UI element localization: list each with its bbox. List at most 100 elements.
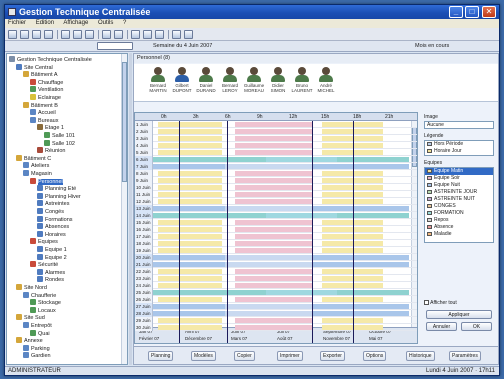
schedule-block[interactable] — [234, 129, 312, 134]
schedule-block[interactable] — [158, 122, 223, 127]
timeline-label[interactable]: Mai 07 — [369, 336, 383, 341]
tree-item[interactable]: Site Central — [16, 63, 53, 71]
menu-edit[interactable]: Edition — [36, 20, 54, 26]
grid-icon[interactable] — [131, 30, 140, 39]
tree-scroll-thumb[interactable] — [122, 62, 127, 182]
tree-item[interactable]: Personnel — [30, 177, 63, 185]
schedule-block[interactable] — [158, 227, 223, 232]
schedule-block[interactable] — [158, 248, 223, 253]
tree-item[interactable]: Sécurité — [30, 261, 58, 268]
tree-item[interactable]: Parking — [23, 344, 50, 352]
tree-item[interactable]: Bureaux — [30, 116, 59, 124]
schedule-block[interactable] — [234, 136, 312, 141]
team-item[interactable]: Maladie — [425, 231, 493, 238]
schedule-block[interactable] — [153, 304, 225, 309]
schedule-block[interactable] — [158, 192, 223, 197]
schedule-block[interactable] — [158, 297, 223, 302]
help-icon[interactable] — [184, 30, 193, 39]
tree-item[interactable]: Equipes — [30, 238, 58, 245]
tree-item[interactable]: Absences — [37, 223, 69, 230]
tree-scrollbar[interactable] — [121, 54, 127, 364]
person-card[interactable]: Gilbert DUPONT — [170, 67, 194, 101]
action-button[interactable]: Planning — [148, 351, 174, 361]
tree-item[interactable]: Quai — [30, 329, 50, 337]
tree-item[interactable]: Accueil — [30, 109, 56, 116]
schedule-block[interactable] — [224, 206, 312, 211]
timeline-label[interactable]: Mars 07 — [231, 336, 247, 341]
team-item[interactable]: ASTREINTE NUIT — [425, 196, 493, 203]
tree-item[interactable]: Equipe 2 — [37, 253, 67, 261]
redo-icon[interactable] — [114, 30, 123, 39]
pane-splitter[interactable] — [129, 53, 132, 365]
menu-file[interactable]: Fichier — [8, 20, 26, 26]
schedule-block[interactable] — [337, 290, 409, 295]
schedule-block[interactable] — [158, 129, 223, 134]
ok-button[interactable]: OK — [461, 322, 492, 331]
schedule-block[interactable] — [234, 122, 312, 127]
schedule-block[interactable] — [158, 178, 223, 183]
tree-item[interactable]: Ateliers — [23, 162, 49, 169]
open-icon[interactable] — [20, 30, 29, 39]
schedule-block[interactable] — [234, 318, 312, 323]
tree-item[interactable]: Planning Eté — [37, 185, 76, 192]
tree-item[interactable]: Entrepôt — [23, 322, 52, 329]
schedule-block[interactable] — [311, 311, 409, 316]
schedule-block[interactable] — [158, 241, 223, 246]
action-button[interactable]: Exporter — [320, 351, 345, 361]
schedule-block[interactable] — [158, 136, 223, 141]
schedule-block[interactable] — [158, 325, 223, 330]
tree-item[interactable]: Gardien — [23, 352, 51, 359]
tree-item[interactable]: Stockage — [30, 299, 61, 306]
schedule-block[interactable] — [234, 171, 312, 176]
team-item[interactable]: Equipe Matin — [425, 168, 493, 175]
schedule-block[interactable] — [224, 311, 312, 316]
paste-icon[interactable] — [85, 30, 94, 39]
tree-item[interactable]: Horaires — [37, 230, 66, 238]
action-button[interactable]: Paramètres — [449, 351, 481, 361]
schedule-block[interactable] — [153, 164, 225, 169]
schedule-block[interactable] — [311, 206, 409, 211]
schedule-block[interactable] — [158, 185, 223, 190]
action-button[interactable]: Historique — [406, 351, 435, 361]
action-button[interactable]: Imprimer — [277, 351, 303, 361]
timeline-label[interactable]: Décembre 07 — [185, 336, 212, 341]
schedule-block[interactable] — [234, 150, 312, 155]
team-item[interactable]: ASTREINTE JOUR — [425, 189, 493, 196]
schedule-block[interactable] — [337, 213, 409, 218]
schedule-block[interactable] — [158, 234, 223, 239]
schedule-block[interactable] — [234, 241, 312, 246]
tree-item[interactable]: Etage 1 — [37, 124, 64, 131]
schedule-block[interactable] — [234, 325, 312, 330]
person-card[interactable]: Bruno LAURENT — [290, 67, 314, 101]
schedule-block[interactable] — [158, 276, 223, 281]
tree-item[interactable]: Planning Hiver — [37, 192, 81, 200]
schedule-block[interactable] — [158, 143, 223, 148]
zoom-icon[interactable] — [172, 30, 181, 39]
tree-item[interactable]: Ventilation — [30, 86, 63, 93]
tree-item[interactable]: Gestion Technique Centralisée — [9, 56, 92, 63]
schedule-block[interactable] — [265, 290, 338, 295]
tree-item[interactable]: Chauffage — [30, 78, 63, 86]
schedule-block[interactable] — [153, 262, 225, 267]
team-item[interactable]: Absence — [425, 224, 493, 231]
tree-item[interactable]: Salle 101 — [44, 132, 75, 139]
close-button[interactable]: ✕ — [482, 6, 496, 18]
schedule-block[interactable] — [158, 199, 223, 204]
schedule-block[interactable] — [153, 206, 225, 211]
person-card[interactable]: André MICHEL — [314, 67, 338, 101]
apply-button[interactable]: Appliquer — [426, 310, 492, 319]
timeline-label[interactable]: Août 07 — [277, 336, 293, 341]
value-field[interactable] — [97, 42, 133, 50]
action-button[interactable]: Options — [363, 351, 387, 361]
save-icon[interactable] — [32, 30, 41, 39]
person-card[interactable]: Didier SIMON — [266, 67, 290, 101]
tree-item[interactable]: Locaux — [30, 306, 56, 314]
menu-view[interactable]: Affichage — [63, 20, 88, 26]
schedule-block[interactable] — [158, 318, 223, 323]
schedule-block[interactable] — [153, 311, 225, 316]
menu-help[interactable]: ? — [123, 20, 126, 26]
tree-item[interactable]: Alarmes — [37, 268, 65, 276]
schedule-block[interactable] — [234, 283, 312, 288]
tree-item[interactable]: Astreintes — [37, 200, 69, 207]
tree-item[interactable]: Congés — [37, 208, 64, 215]
